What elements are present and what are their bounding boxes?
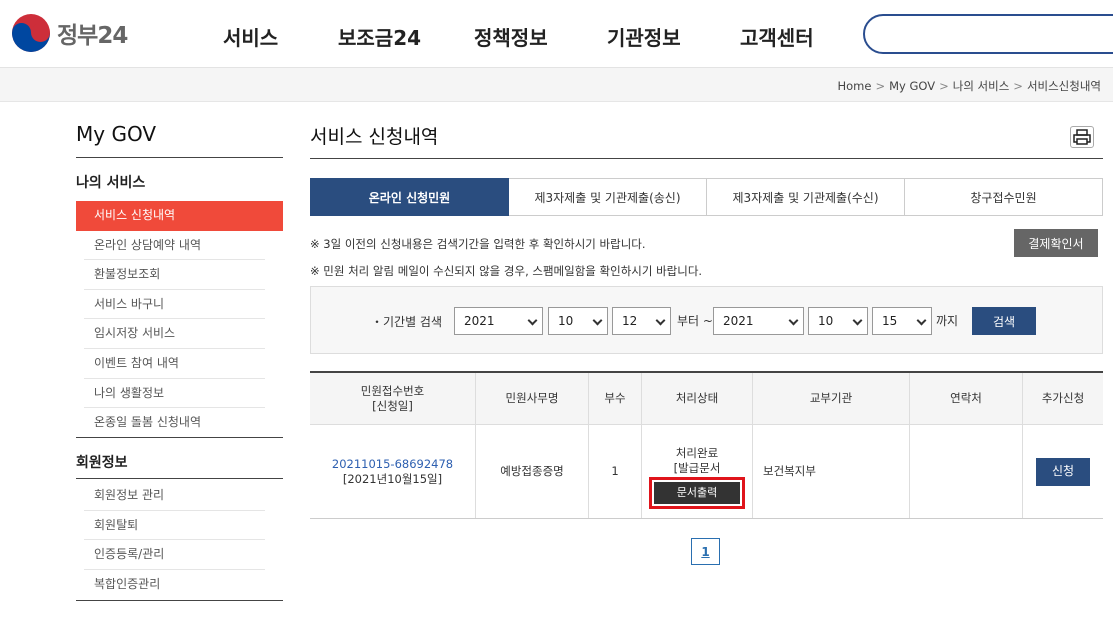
breadcrumb-bar: Home > My GOV > 나의 서비스 > 서비스신청내역	[0, 68, 1113, 102]
chevron-down-icon	[916, 315, 927, 326]
breadcrumb-home[interactable]: Home	[837, 79, 871, 93]
printer-icon	[1073, 129, 1091, 145]
sidebar-item-service-history[interactable]: 서비스 신청내역	[76, 201, 283, 231]
sidebar-item-member-manage[interactable]: 회원정보 관리	[76, 481, 283, 511]
to-year-select[interactable]: 2021	[713, 307, 804, 335]
sidebar-item-temp-saved[interactable]: 임시저장 서비스	[76, 319, 283, 349]
header-name: 민원사무명	[476, 373, 589, 424]
application-date: [2021년10월15일]	[342, 471, 443, 486]
tab-third-party-receive[interactable]: 제3자제출 및 기관제출(수신)	[707, 178, 905, 216]
from-month-select[interactable]: 10	[548, 307, 608, 335]
header-agency: 교부기관	[753, 373, 910, 424]
nav-policy[interactable]: 정책정보	[474, 22, 548, 51]
from-word: 부터 ~	[677, 314, 713, 328]
pagination-page[interactable]: 1	[691, 538, 720, 565]
sidebar-item-refund[interactable]: 환불정보조회	[76, 260, 283, 290]
sidebar-menu-my-service: 서비스 신청내역 온라인 상담예약 내역 환불정보조회 서비스 바구니 임시저장…	[76, 201, 283, 438]
nav-service[interactable]: 서비스	[223, 22, 278, 51]
print-document-button[interactable]: 문서출력	[649, 476, 745, 509]
sidebar-item-care[interactable]: 온종일 돌봄 신청내역	[76, 408, 283, 438]
period-search-label: ・기간별 검색	[371, 315, 443, 329]
sidebar-group-my-service: 나의 서비스	[76, 175, 146, 191]
from-day-select[interactable]: 12	[612, 307, 671, 335]
chevron-right-icon: >	[875, 79, 886, 93]
divider	[76, 157, 283, 158]
cell-additional: 신청	[1023, 425, 1103, 518]
logo-text: 정부24	[57, 23, 128, 49]
sidebar-item-cert-manage[interactable]: 인증등록/관리	[76, 540, 283, 570]
breadcrumb-my-service[interactable]: 나의 서비스	[953, 79, 1010, 93]
tab-online[interactable]: 온라인 신청민원	[310, 178, 509, 216]
tab-third-party-send[interactable]: 제3자제출 및 기관제출(송신)	[509, 178, 707, 216]
chevron-right-icon: >	[1013, 79, 1023, 93]
sidebar-title: My GOV	[76, 122, 157, 146]
to-word: 까지	[936, 314, 959, 328]
cell-agency: 보건복지부	[753, 425, 910, 518]
divider	[76, 600, 283, 601]
sidebar-item-consult-reservation[interactable]: 온라인 상담예약 내역	[76, 231, 283, 261]
from-year-select[interactable]: 2021	[454, 307, 543, 335]
header-status: 처리상태	[642, 373, 753, 424]
sidebar-menu-member: 회원정보 관리 회원탈퇴 인증등록/관리 복합인증관리	[76, 481, 283, 599]
sidebar-item-service-basket[interactable]: 서비스 바구니	[76, 290, 283, 320]
status-text: 처리완료 [발급문서 등록완료]	[673, 445, 721, 478]
sidebar-item-withdraw[interactable]: 회원탈퇴	[76, 511, 283, 541]
nav-customer-center[interactable]: 고객센터	[740, 22, 814, 51]
nav-agency[interactable]: 기관정보	[607, 22, 681, 51]
apply-button[interactable]: 신청	[1036, 457, 1090, 486]
sidebar-item-life-info[interactable]: 나의 생활정보	[76, 379, 283, 409]
table-row: 20211015-68692478 [2021년10월15일] 예방접종증명 1…	[310, 425, 1103, 519]
cell-status: 처리완료 [발급문서 등록완료] 문서출력	[642, 425, 753, 518]
breadcrumb: Home > My GOV > 나의 서비스 > 서비스신청내역	[837, 78, 1101, 94]
cell-copies: 1	[589, 425, 642, 518]
divider	[310, 158, 1103, 159]
chevron-down-icon	[592, 315, 603, 326]
search-button[interactable]: 검색	[972, 307, 1036, 335]
table-header: 민원접수번호 [신청일] 민원사무명 부수 처리상태 교부기관 연락처 추가신청	[310, 373, 1103, 425]
breadcrumb-current: 서비스신청내역	[1026, 79, 1101, 93]
header-number: 민원접수번호 [신청일]	[310, 373, 476, 424]
cell-contact	[910, 425, 1023, 518]
sidebar-item-event[interactable]: 이벤트 참여 내역	[76, 349, 283, 379]
site-header: 정부24 서비스 보조금24 정책정보 기관정보 고객센터	[0, 0, 1113, 68]
header-additional: 추가신청	[1041, 391, 1085, 405]
tab-counter[interactable]: 창구접수민원	[905, 178, 1103, 216]
chevron-down-icon	[852, 315, 863, 326]
search-input[interactable]	[863, 14, 1113, 54]
application-number-link[interactable]: 20211015-68692478	[332, 457, 453, 472]
site-logo[interactable]: 정부24	[12, 14, 128, 52]
chevron-down-icon	[527, 315, 538, 326]
breadcrumb-mygov[interactable]: My GOV	[889, 79, 935, 93]
nav-subsidy[interactable]: 보조금24	[338, 22, 421, 51]
application-table: 민원접수번호 [신청일] 민원사무명 부수 처리상태 교부기관 연락처 추가신청…	[310, 371, 1103, 519]
divider	[76, 478, 283, 479]
payment-confirm-button[interactable]: 결제확인서	[1014, 229, 1098, 257]
sidebar-group-member: 회원정보	[76, 455, 128, 471]
tab-bar: 온라인 신청민원 제3자제출 및 기관제출(송신) 제3자제출 및 기관제출(수…	[310, 178, 1103, 216]
notice-text: ※ 3일 이전의 신청내용은 검색기간을 입력한 후 확인하시기 바랍니다.	[310, 237, 646, 251]
page-title: 서비스 신청내역	[310, 126, 439, 148]
sidebar-item-multi-auth[interactable]: 복합인증관리	[76, 570, 283, 600]
to-month-select[interactable]: 10	[808, 307, 868, 335]
cell-name: 예방접종증명	[476, 425, 589, 518]
print-button[interactable]	[1070, 126, 1094, 148]
notice-text: ※ 민원 처리 알림 메일이 수신되지 않을 경우, 스팸메일함을 확인하시기 …	[310, 264, 703, 278]
divider	[76, 437, 283, 438]
cell-number: 20211015-68692478 [2021년10월15일]	[310, 425, 476, 518]
period-search-panel: ・기간별 검색 2021 10 12 부터 ~ 2021 10 15 까지 검색	[310, 286, 1103, 354]
to-day-select[interactable]: 15	[872, 307, 932, 335]
header-copies: 부수	[589, 373, 642, 424]
taegeuk-logo-icon	[12, 14, 50, 52]
chevron-down-icon	[655, 315, 666, 326]
chevron-down-icon	[788, 315, 799, 326]
chevron-right-icon: >	[939, 79, 949, 93]
header-contact: 연락처	[910, 373, 1023, 424]
